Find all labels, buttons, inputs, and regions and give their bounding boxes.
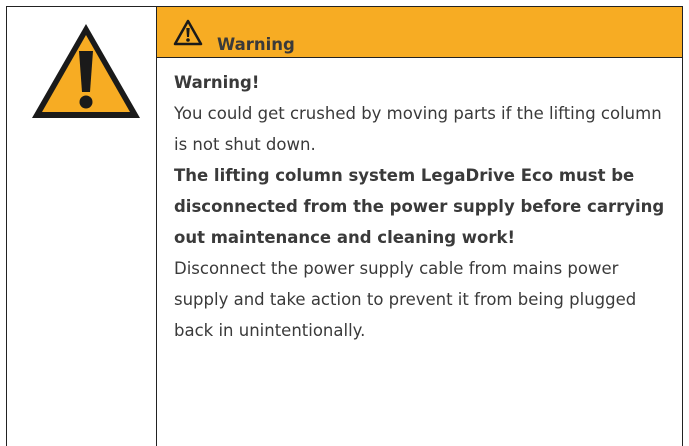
instruction-text: The lifting column system LegaDrive Eco … — [174, 166, 665, 247]
warning-triangle-icon — [32, 24, 140, 118]
warning-header: Warning — [157, 7, 682, 58]
warning-triangle-outline-icon — [173, 19, 203, 46]
warning-notice: Warning Warning! You could get crushed b… — [6, 6, 683, 446]
warning-title: Warning — [217, 35, 295, 54]
warning-icon-cell — [7, 7, 157, 446]
hazard-text: You could get crushed by moving parts if… — [174, 104, 662, 154]
warning-body: Warning! You could get crushed by moving… — [174, 67, 674, 346]
warning-heading: Warning! — [174, 73, 260, 92]
action-text: Disconnect the power supply cable from m… — [174, 259, 637, 340]
